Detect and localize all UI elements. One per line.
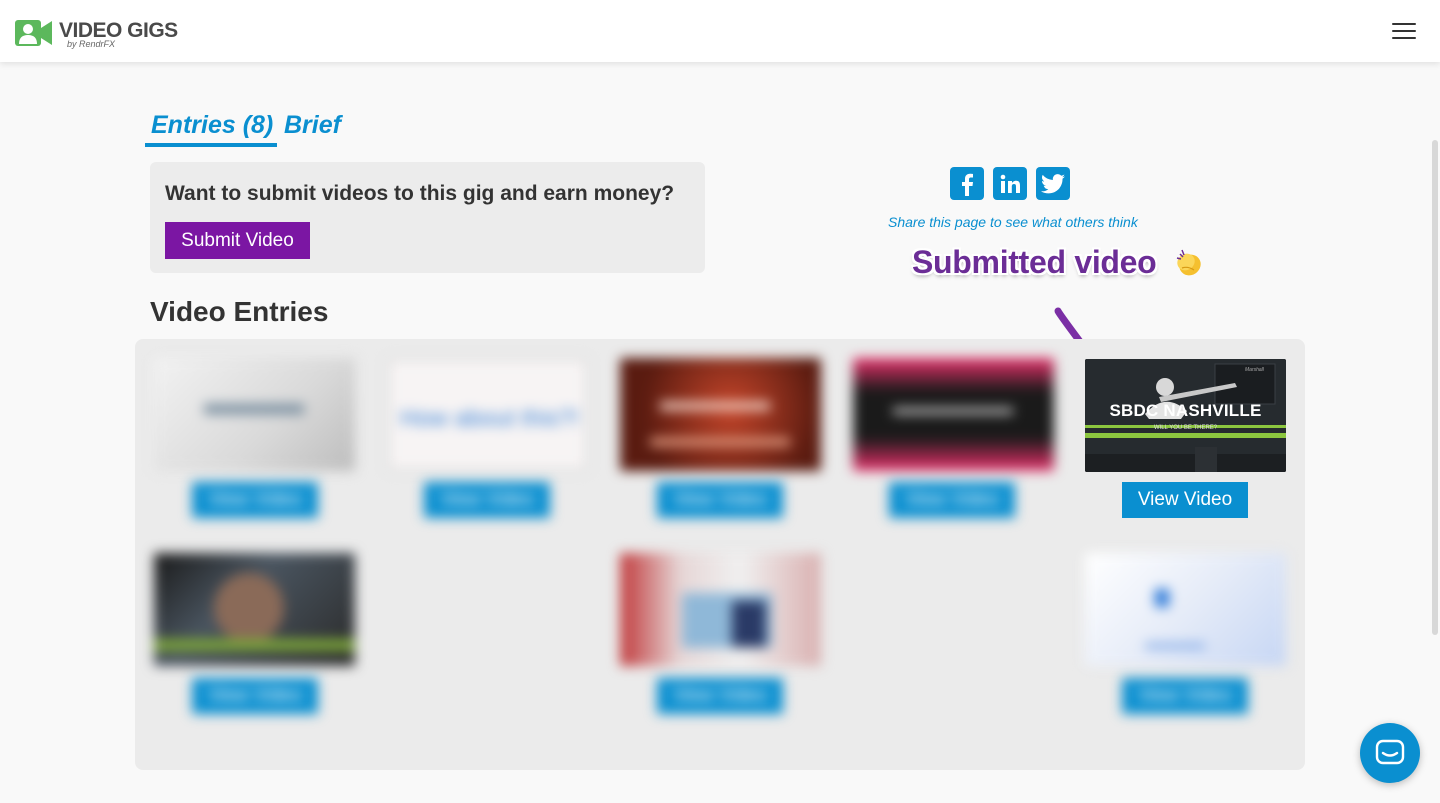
view-video-button[interactable]: View Video (1122, 678, 1248, 714)
hamburger-icon[interactable] (1392, 23, 1416, 40)
thumbnail-caption: How about this?! (400, 405, 579, 432)
video-thumbnail[interactable] (1085, 553, 1286, 666)
submit-question: Want to submit videos to this gig and ea… (165, 182, 675, 205)
view-video-button[interactable]: View Video (192, 482, 318, 518)
share-prompt: Share this page to see what others think (888, 214, 1138, 230)
view-video-button[interactable]: View Video (657, 482, 783, 518)
video-thumbnail[interactable] (154, 358, 355, 471)
submitted-video-annotation: Submitted video (912, 244, 1157, 280)
facebook-icon[interactable] (950, 167, 984, 200)
view-video-button[interactable]: View Video (192, 678, 318, 714)
brand-logo[interactable]: VIDEO GIGS by RendrFX (15, 18, 178, 49)
video-entries-title: Video Entries (150, 296, 329, 327)
social-share-bar (950, 167, 1070, 200)
thumbnail-subtitle: WILL YOU BE THERE? (1153, 425, 1218, 431)
video-thumbnail[interactable]: How about this?! (387, 358, 588, 471)
top-header: VIDEO GIGS by RendrFX (0, 0, 1440, 62)
thumbnail-title: SBDC NASHVILLE (1109, 401, 1262, 420)
submit-prompt-card: Want to submit videos to this gig and ea… (150, 162, 705, 273)
active-tab-indicator (145, 143, 277, 147)
tab-entries[interactable]: Entries (8) (151, 111, 273, 140)
submit-video-button[interactable]: Submit Video (165, 222, 310, 259)
video-thumbnail[interactable] (620, 358, 821, 471)
twitter-icon[interactable] (1036, 167, 1070, 200)
featured-view-video-button[interactable]: View Video (1122, 482, 1248, 518)
video-thumbnail[interactable] (620, 553, 821, 666)
video-camera-icon (15, 18, 53, 48)
linkedin-icon[interactable] (993, 167, 1027, 200)
brand-title: VIDEO GIGS (59, 19, 178, 42)
clapping-hands-icon (1172, 246, 1206, 278)
view-video-button[interactable]: View Video (657, 678, 783, 714)
tab-brief[interactable]: Brief (284, 111, 341, 140)
featured-video-thumbnail[interactable]: SBDC NASHVILLE WILL YOU BE THERE? Marsha… (1085, 359, 1286, 472)
view-video-button[interactable]: View Video (889, 482, 1015, 518)
thumbnail-brand: Marshall (1245, 367, 1264, 373)
video-thumbnail[interactable] (853, 358, 1054, 471)
chat-launcher-button[interactable] (1360, 723, 1420, 783)
video-thumbnail[interactable] (154, 553, 355, 666)
chat-icon (1375, 739, 1405, 765)
view-video-button[interactable]: View Video (424, 482, 550, 518)
page-scrollbar[interactable] (1432, 140, 1438, 635)
